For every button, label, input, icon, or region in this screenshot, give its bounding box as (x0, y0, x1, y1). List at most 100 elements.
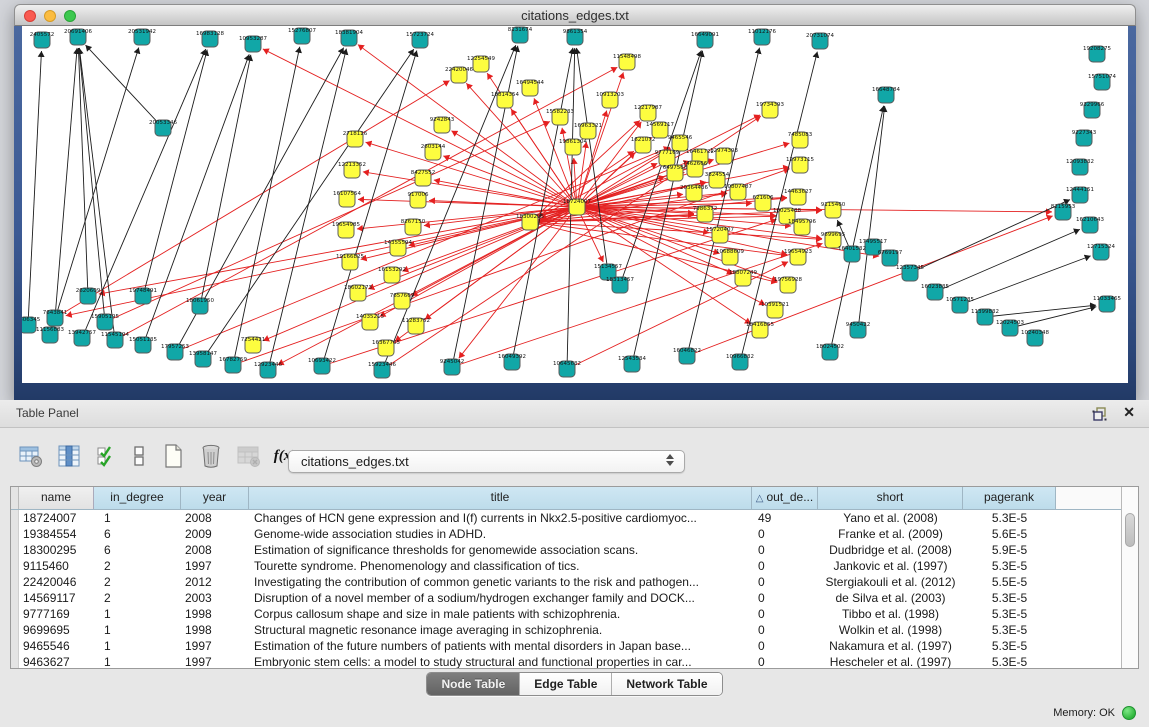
graph-node[interactable]: 18416855 (746, 322, 774, 338)
table-row[interactable]: 969969511998Structural magnetic resonanc… (11, 622, 1138, 638)
table-row[interactable]: 911546021997Tourette syndrome. Phenomeno… (11, 558, 1138, 574)
graph-node[interactable]: 11283752 (402, 318, 430, 334)
graph-node[interactable]: 1621072 (631, 137, 656, 153)
graph-node[interactable]: 14035215 (356, 314, 384, 330)
graph-node[interactable]: 11012176 (748, 29, 776, 45)
graph-node[interactable]: 19166825 (336, 254, 364, 270)
graph-node[interactable]: 12543534 (618, 356, 646, 372)
graph-node[interactable]: 11399832 (971, 309, 999, 325)
citation-edge-red[interactable] (443, 156, 577, 207)
graph-node[interactable]: 17957253 (161, 344, 189, 360)
graph-node[interactable]: 16494544 (516, 80, 544, 96)
citation-edge-black[interactable] (960, 256, 1091, 305)
graph-node[interactable]: 7986372 (693, 206, 718, 222)
graph-node[interactable]: 9450422 (846, 322, 871, 338)
column-header-pagerank[interactable]: pagerank (963, 487, 1056, 509)
graph-node[interactable]: 8131674 (508, 27, 533, 43)
table-row[interactable]: 1830029562008Estimation of significance … (11, 542, 1138, 558)
citation-edge-red[interactable] (105, 122, 550, 322)
graph-node[interactable]: 9227343 (1072, 130, 1097, 146)
graph-node[interactable]: 12357345 (896, 265, 924, 281)
citation-edge-black[interactable] (830, 106, 884, 352)
table-row[interactable]: 1456911722003Disruption of a novel membe… (11, 590, 1138, 606)
graph-node[interactable]: 12444151 (1066, 187, 1094, 203)
graph-node[interactable]: 8267150 (401, 219, 426, 235)
graph-node[interactable]: 18313457 (606, 277, 634, 293)
citation-edge-red[interactable] (402, 207, 577, 271)
graph-node[interactable]: 12217987 (634, 105, 662, 121)
graph-node[interactable]: 16107554 (333, 191, 361, 207)
graph-node[interactable]: 8427552 (411, 170, 436, 186)
graph-node[interactable]: 16367765 (372, 340, 400, 356)
tab-node-table[interactable]: Node Table (427, 673, 520, 695)
graph-node[interactable]: 8215953 (1051, 204, 1076, 220)
tab-network-table[interactable]: Network Table (612, 673, 721, 695)
graph-node[interactable]: 7657669 (390, 293, 415, 309)
column-header-short[interactable]: short (818, 487, 963, 509)
graph-node[interactable]: 16049392 (498, 354, 526, 370)
table-row[interactable]: 946554611997Estimation of the future num… (11, 638, 1138, 654)
graph-node[interactable]: 18381904 (335, 30, 363, 46)
select-all-columns-icon[interactable] (92, 441, 122, 471)
tab-edge-table[interactable]: Edge Table (520, 673, 612, 695)
graph-node[interactable]: 15923446 (368, 362, 396, 378)
table-row[interactable]: 946362711997Embryonic stem cells: a mode… (11, 654, 1138, 669)
column-header-name[interactable]: name (19, 487, 94, 509)
graph-node[interactable]: 19654985 (332, 222, 360, 238)
graph-node[interactable]: 10391521 (761, 302, 789, 318)
graph-node[interactable]: 11033465 (1093, 296, 1121, 312)
graph-node[interactable]: 13958147 (189, 351, 217, 367)
graph-node[interactable]: 12715324 (1087, 244, 1115, 260)
graph-node[interactable]: 18807249 (729, 270, 757, 286)
column-header-in-degree[interactable]: in_degree (94, 487, 181, 509)
citation-edge-red[interactable] (530, 222, 787, 256)
graph-node[interactable]: 16983128 (196, 31, 224, 47)
graph-node[interactable]: 15051135 (129, 337, 157, 353)
graph-node[interactable]: 6769197 (878, 250, 903, 266)
graph-node[interactable]: 15751074 (1088, 74, 1116, 90)
table-row[interactable]: 977716911998Corpus callosum shape and si… (11, 606, 1138, 622)
graph-node[interactable]: 10645632 (553, 361, 581, 377)
show-columns-icon[interactable] (54, 441, 84, 471)
graph-node[interactable]: 9861354 (563, 29, 588, 45)
float-panel-icon[interactable] (1091, 405, 1109, 423)
graph-node[interactable]: 12973115 (786, 157, 814, 173)
graph-node[interactable]: 2405572 (30, 32, 55, 48)
table-row[interactable]: 1938455462009Genome-wide association stu… (11, 526, 1138, 542)
graph-node[interactable]: 20731074 (806, 33, 834, 49)
column-header-out-de-[interactable]: △out_de... (752, 487, 818, 509)
graph-node[interactable]: 16648784 (872, 87, 900, 103)
graph-node[interactable]: 19756928 (774, 277, 802, 293)
graph-node[interactable]: 7643841 (43, 310, 68, 326)
table-row[interactable]: 1872400712008Changes of HCN gene express… (11, 510, 1138, 526)
graph-node[interactable]: 16401532 (838, 246, 866, 262)
graph-node[interactable]: 15582233 (546, 109, 574, 125)
graph-node[interactable]: 18495796 (788, 219, 816, 235)
graph-node[interactable]: 917006 (408, 192, 429, 208)
citation-edge-red[interactable] (278, 207, 577, 365)
create-column-icon[interactable] (158, 441, 188, 471)
citation-edge-black[interactable] (28, 51, 41, 325)
column-header-title[interactable]: title (249, 487, 752, 509)
graph-node[interactable]: 16963321 (574, 123, 602, 139)
unselect-all-columns-icon[interactable] (124, 441, 154, 471)
graph-node[interactable]: 12923446 (254, 362, 282, 378)
citation-edge-red[interactable] (363, 172, 577, 207)
graph-node[interactable]: 2603144 (421, 144, 446, 160)
graph-node[interactable]: 19861304 (559, 139, 587, 155)
graph-node[interactable]: 9245042 (440, 359, 465, 375)
citation-edge-black[interactable] (55, 48, 77, 318)
graph-node[interactable]: 20691406 (64, 29, 92, 45)
graph-node[interactable]: 11156883 (36, 327, 64, 343)
graph-node[interactable]: 9329966 (1080, 102, 1105, 118)
graph-node[interactable]: 15905195 (91, 314, 119, 330)
citation-edge-red[interactable] (366, 142, 577, 207)
table-vertical-scrollbar[interactable] (1121, 487, 1138, 668)
graph-node[interactable]: 10966832 (726, 354, 754, 370)
graph-node[interactable]: 16210643 (1076, 217, 1104, 233)
table-select-dropdown[interactable]: citations_edges.txt (288, 450, 685, 473)
graph-node[interactable]: 18061950 (186, 298, 214, 314)
graph-node[interactable]: 18602173 (344, 285, 372, 301)
graph-node[interactable]: 20053346 (149, 120, 177, 136)
graph-node[interactable]: 18024502 (816, 344, 844, 360)
